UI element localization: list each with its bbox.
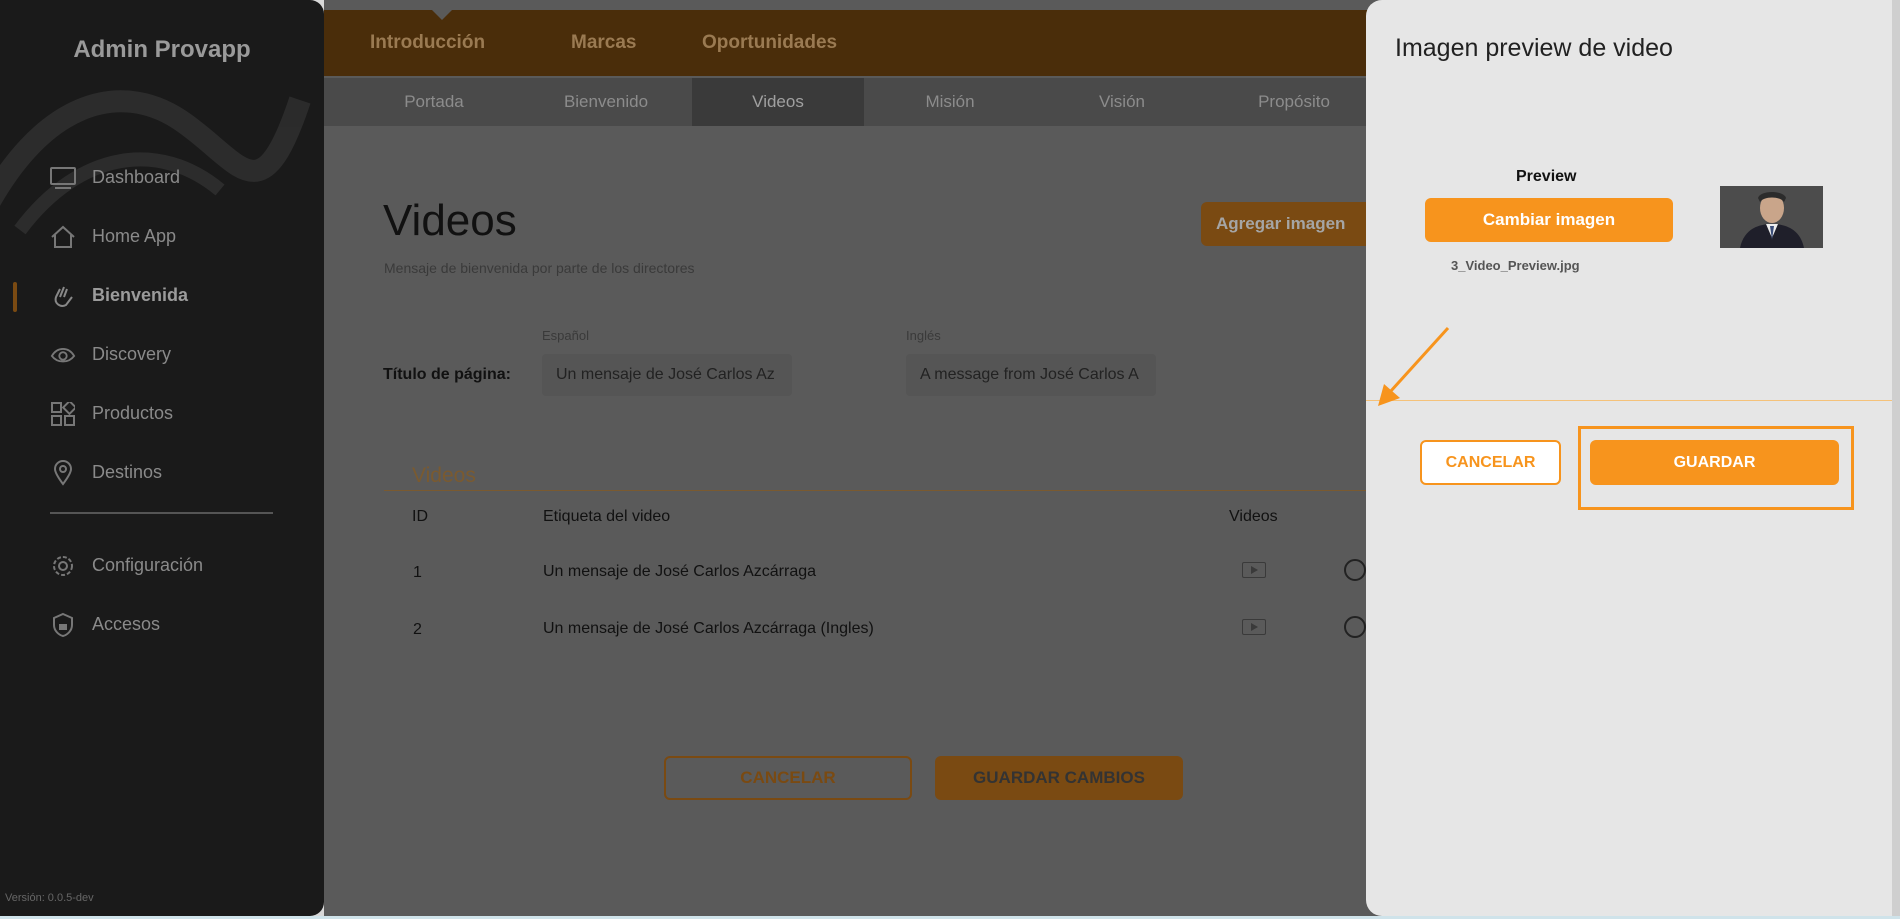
sidebar-item-label: Productos [92, 403, 174, 423]
preview-thumbnail [1720, 186, 1823, 248]
gear-icon [50, 553, 76, 579]
page-title: Videos [383, 196, 517, 245]
english-label: Inglés [906, 328, 941, 343]
image-preview-panel: Imagen preview de video Preview Cambiar … [1366, 0, 1892, 916]
change-image-button[interactable]: Cambiar imagen [1425, 198, 1673, 242]
sidebar-item-productos[interactable]: Productos [0, 384, 324, 443]
sidebar-item-label: Discovery [92, 344, 172, 364]
column-header-label: Etiqueta del video [543, 508, 671, 525]
sidebar-nav-secondary: Configuración Accesos [0, 536, 324, 654]
scrollbar[interactable] [1892, 0, 1900, 916]
portrait-image-icon [1720, 186, 1823, 248]
video-play-icon[interactable] [1242, 619, 1266, 635]
annotation-arrow-icon [1378, 326, 1450, 406]
sidebar-item-configuracion[interactable]: Configuración [0, 536, 324, 595]
tab-oportunidades[interactable]: Oportunidades [702, 32, 837, 54]
column-header-id: ID [412, 508, 428, 525]
tab-marcas[interactable]: Marcas [571, 32, 637, 54]
sidebar-item-dashboard[interactable]: Dashboard [0, 148, 324, 207]
row-label: Un mensaje de José Carlos Azcárraga (Ing… [543, 620, 874, 637]
title-english-input[interactable] [906, 354, 1156, 396]
preview-label: Preview [1516, 168, 1577, 185]
home-icon [50, 224, 76, 250]
section-divider [384, 490, 1384, 491]
file-name: 3_Video_Preview.jpg [1451, 258, 1580, 273]
sidebar-item-discovery[interactable]: Discovery [0, 325, 324, 384]
sidebar-nav: Dashboard Home App Bienvenida Discovery [0, 148, 324, 502]
sidebar: Admin Provapp Dashboard Home App Bienven… [0, 0, 324, 916]
sidebar-item-label: Accesos [92, 614, 161, 634]
tab-introduccion[interactable]: Introducción [370, 32, 485, 54]
add-image-button[interactable]: Agregar imagen [1201, 202, 1381, 246]
sidebar-item-label: Home App [92, 226, 177, 246]
sidebar-item-label: Bienvenida [92, 285, 189, 305]
subtab-mision[interactable]: Misión [864, 78, 1036, 126]
row-id: 1 [413, 564, 422, 581]
subtab-vision[interactable]: Visión [1036, 78, 1208, 126]
wave-hand-icon [50, 283, 76, 309]
videos-section-title: Videos [412, 464, 476, 487]
version-text: Versión: 0.0.5-dev [5, 892, 94, 904]
sidebar-item-label: Destinos [92, 462, 163, 482]
save-changes-button[interactable]: GUARDAR CAMBIOS [935, 756, 1183, 800]
modal-save-button[interactable]: GUARDAR [1590, 440, 1839, 485]
eye-icon [50, 342, 76, 368]
edit-icon[interactable] [1344, 616, 1366, 638]
cancel-button[interactable]: CANCELAR [664, 756, 912, 800]
subtab-bienvenido[interactable]: Bienvenido [520, 78, 692, 126]
page-subtitle: Mensaje de bienvenida por parte de los d… [384, 260, 695, 276]
column-header-videos: Videos [1229, 508, 1278, 525]
shield-icon [50, 612, 76, 638]
sidebar-item-home-app[interactable]: Home App [0, 207, 324, 266]
modal-cancel-button[interactable]: CANCELAR [1420, 440, 1561, 485]
monitor-icon [50, 165, 76, 191]
sidebar-item-destinos[interactable]: Destinos [0, 443, 324, 502]
sidebar-item-accesos[interactable]: Accesos [0, 595, 324, 654]
sidebar-item-bienvenida[interactable]: Bienvenida [0, 266, 324, 325]
sidebar-item-label: Configuración [92, 555, 204, 575]
grid-icon [50, 401, 76, 427]
row-label: Un mensaje de José Carlos Azcárraga [543, 563, 817, 580]
active-tab-indicator [432, 10, 452, 20]
sidebar-divider [50, 512, 273, 514]
row-id: 2 [413, 621, 422, 638]
map-pin-icon [50, 459, 76, 486]
subtab-portada[interactable]: Portada [348, 78, 520, 126]
sidebar-item-label: Dashboard [92, 167, 181, 187]
brand-title: Admin Provapp [73, 36, 251, 63]
subtab-proposito[interactable]: Propósito [1208, 78, 1380, 126]
title-spanish-input[interactable] [542, 354, 792, 396]
panel-title: Imagen preview de video [1395, 34, 1673, 62]
spanish-label: Español [542, 328, 589, 343]
app-root: Admin Provapp Dashboard Home App Bienven… [0, 0, 1900, 919]
page-title-label: Título de página: [383, 366, 511, 383]
edit-icon[interactable] [1344, 559, 1366, 581]
video-play-icon[interactable] [1242, 562, 1266, 578]
subtab-videos[interactable]: Videos [692, 78, 864, 126]
